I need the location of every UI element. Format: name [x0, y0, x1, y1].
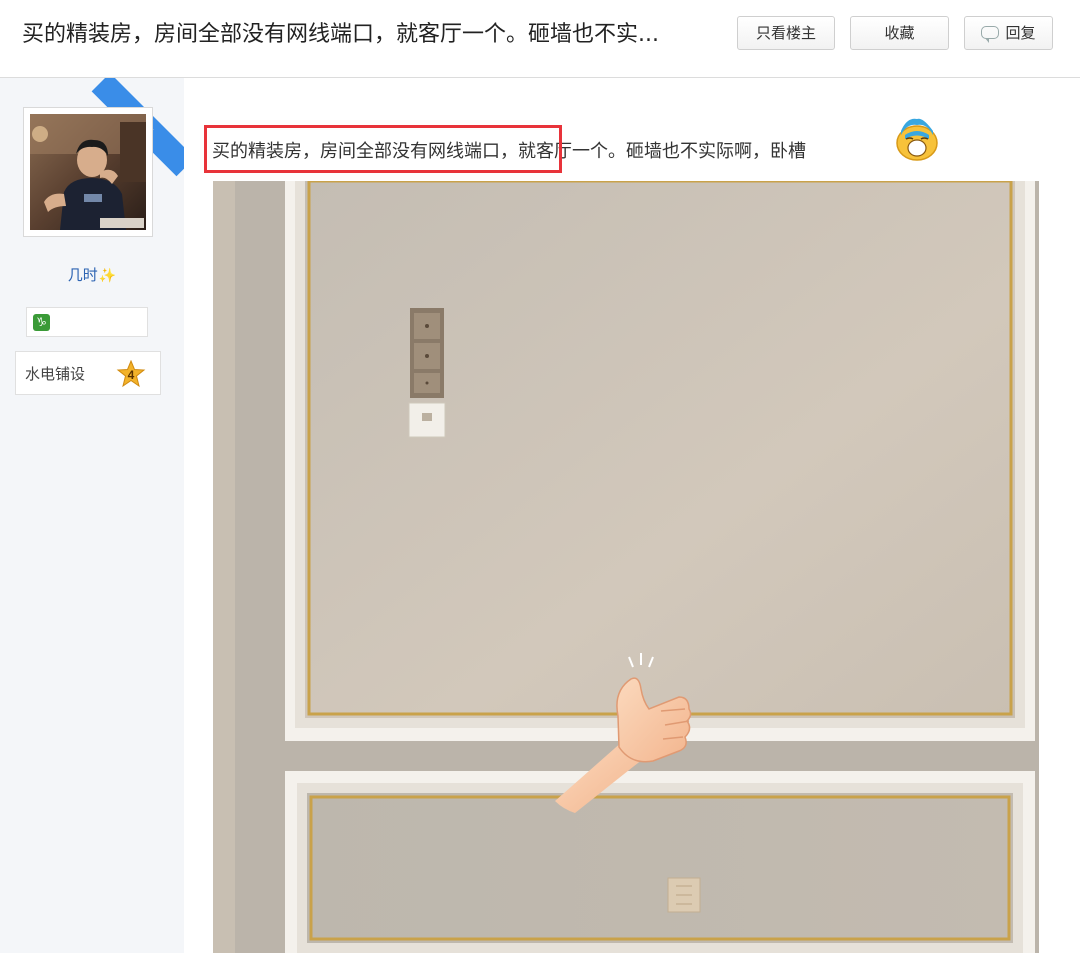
reply-button[interactable]: 回复 — [964, 16, 1053, 50]
post-image[interactable] — [213, 181, 1039, 953]
user-level: ♑ — [26, 307, 148, 337]
thread-title: 买的精装房，房间全部没有网线端口，就客厅一个。砸墙也不实... — [22, 22, 659, 47]
sparkle-icon: ✨ — [98, 268, 117, 284]
favorite-button[interactable]: 收藏 — [850, 16, 949, 50]
reply-label: 回复 — [1005, 24, 1036, 42]
skill-tag-label: 水电铺设 — [25, 365, 86, 383]
avatar-photo — [30, 114, 146, 230]
annotation-highlight-box — [204, 125, 562, 173]
capricorn-icon: ♑ — [33, 314, 50, 331]
avatar[interactable] — [23, 107, 153, 237]
skill-tag-level: 4 — [128, 368, 135, 382]
author-panel: 楼主 几时✨ ♑ 水电铺 — [0, 78, 184, 953]
username[interactable]: 几时✨ — [0, 264, 184, 285]
only-op-button[interactable]: 只看楼主 — [737, 16, 835, 50]
username-label: 几时 — [67, 266, 98, 284]
skill-tag[interactable]: 水电铺设 4 — [15, 351, 161, 395]
thread-header: 买的精装房，房间全部没有网线端口，就客厅一个。砸墙也不实... 只看楼主 收藏 … — [0, 0, 1080, 78]
crying-face-icon — [896, 118, 938, 161]
reply-icon — [981, 26, 1000, 43]
level-star-icon: 4 — [116, 360, 146, 388]
